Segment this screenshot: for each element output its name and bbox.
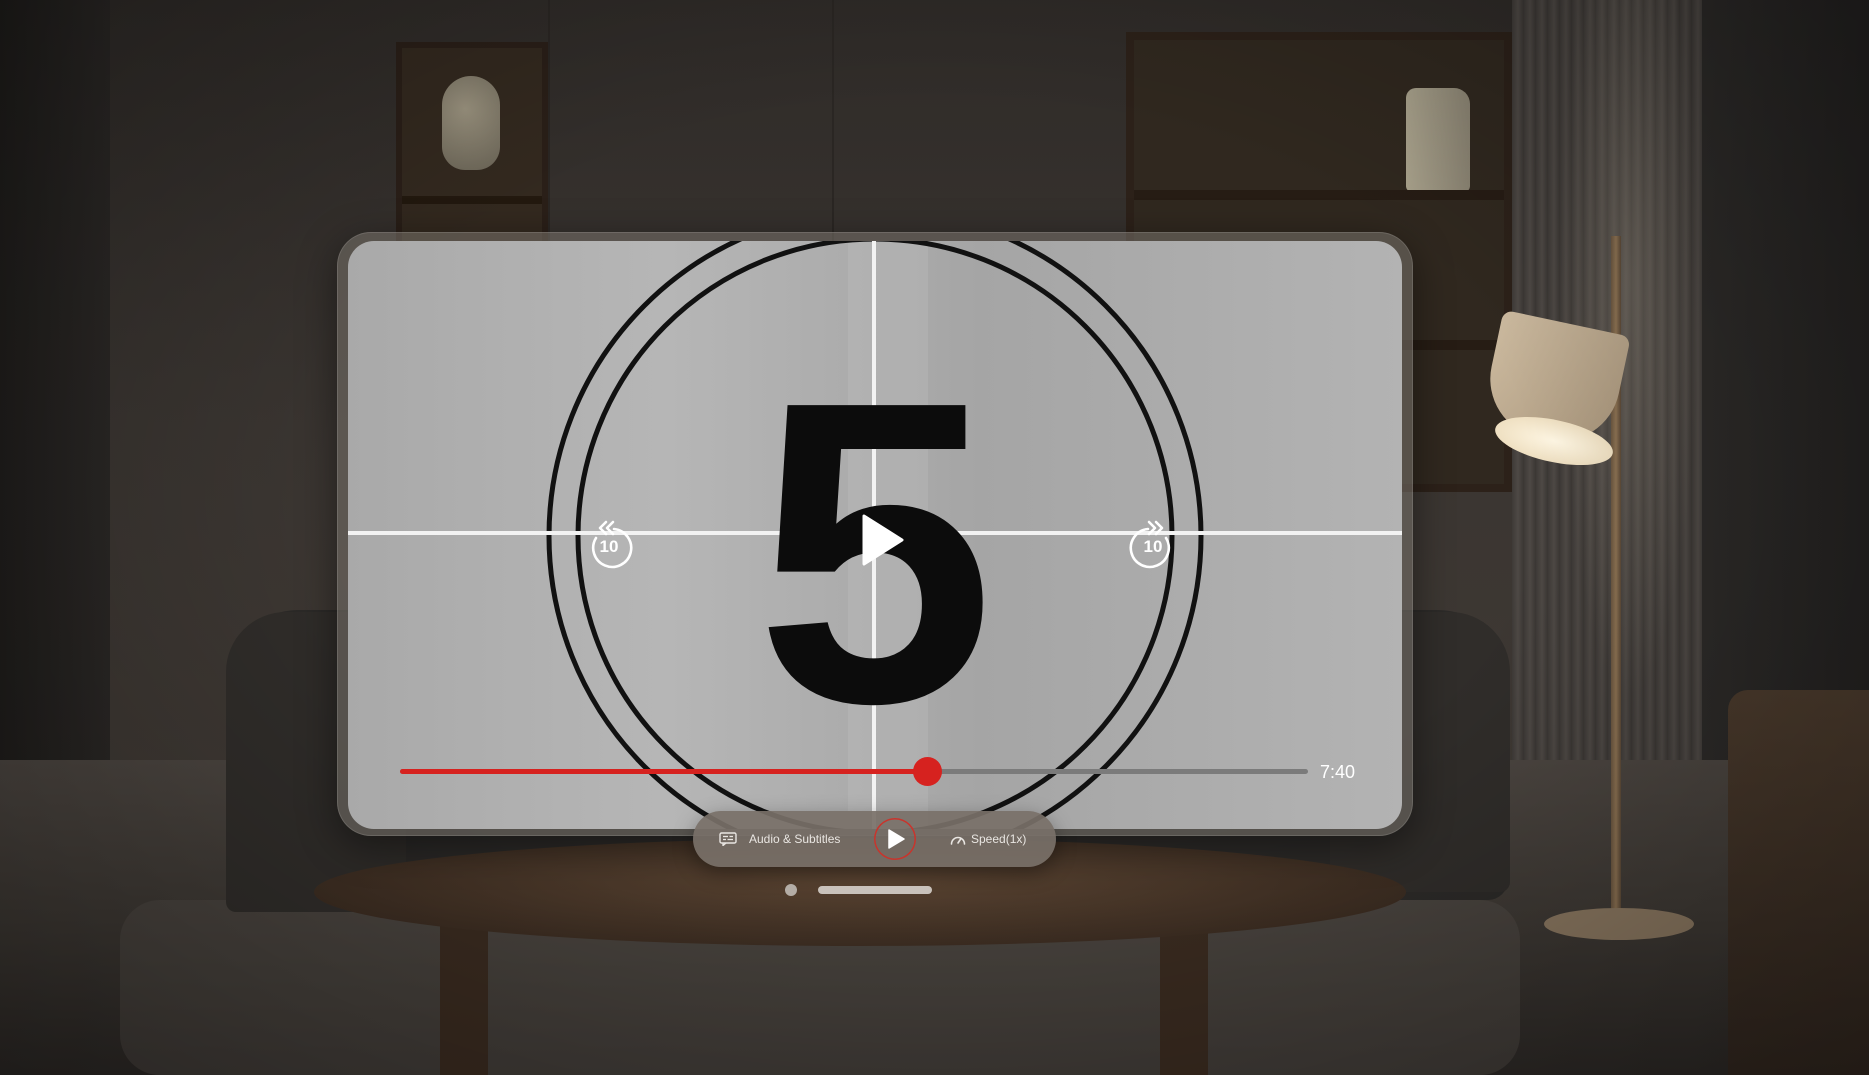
subtitles-icon — [719, 832, 737, 846]
skip-back-seconds: 10 — [599, 537, 619, 556]
audio-subtitles-button[interactable]: Audio & Subtitles — [719, 811, 840, 867]
speedometer-icon — [950, 836, 966, 845]
skip-forward-button[interactable]: 10 — [1128, 516, 1178, 570]
window-grab-bar[interactable] — [818, 886, 932, 894]
skip-forward-seconds: 10 — [1143, 537, 1163, 556]
play-icon — [862, 514, 904, 566]
progress-bar[interactable] — [400, 757, 1308, 786]
control-bar: Audio & Subtitles Speed(1x) — [693, 811, 1056, 867]
audio-subtitles-label: Audio & Subtitles — [749, 832, 841, 846]
play-button[interactable] — [858, 512, 906, 568]
progress-thumb[interactable] — [913, 757, 942, 786]
skip-back-button[interactable]: 10 — [584, 516, 634, 570]
progress-fill — [400, 769, 927, 774]
window-close-dot[interactable] — [785, 884, 797, 896]
control-bar-play-button[interactable] — [874, 818, 916, 860]
speed-button[interactable]: Speed(1x) — [949, 811, 1026, 867]
play-icon — [888, 829, 905, 849]
duration-label: 7:40 — [1320, 762, 1356, 782]
speed-label: Speed(1x) — [971, 832, 1027, 846]
